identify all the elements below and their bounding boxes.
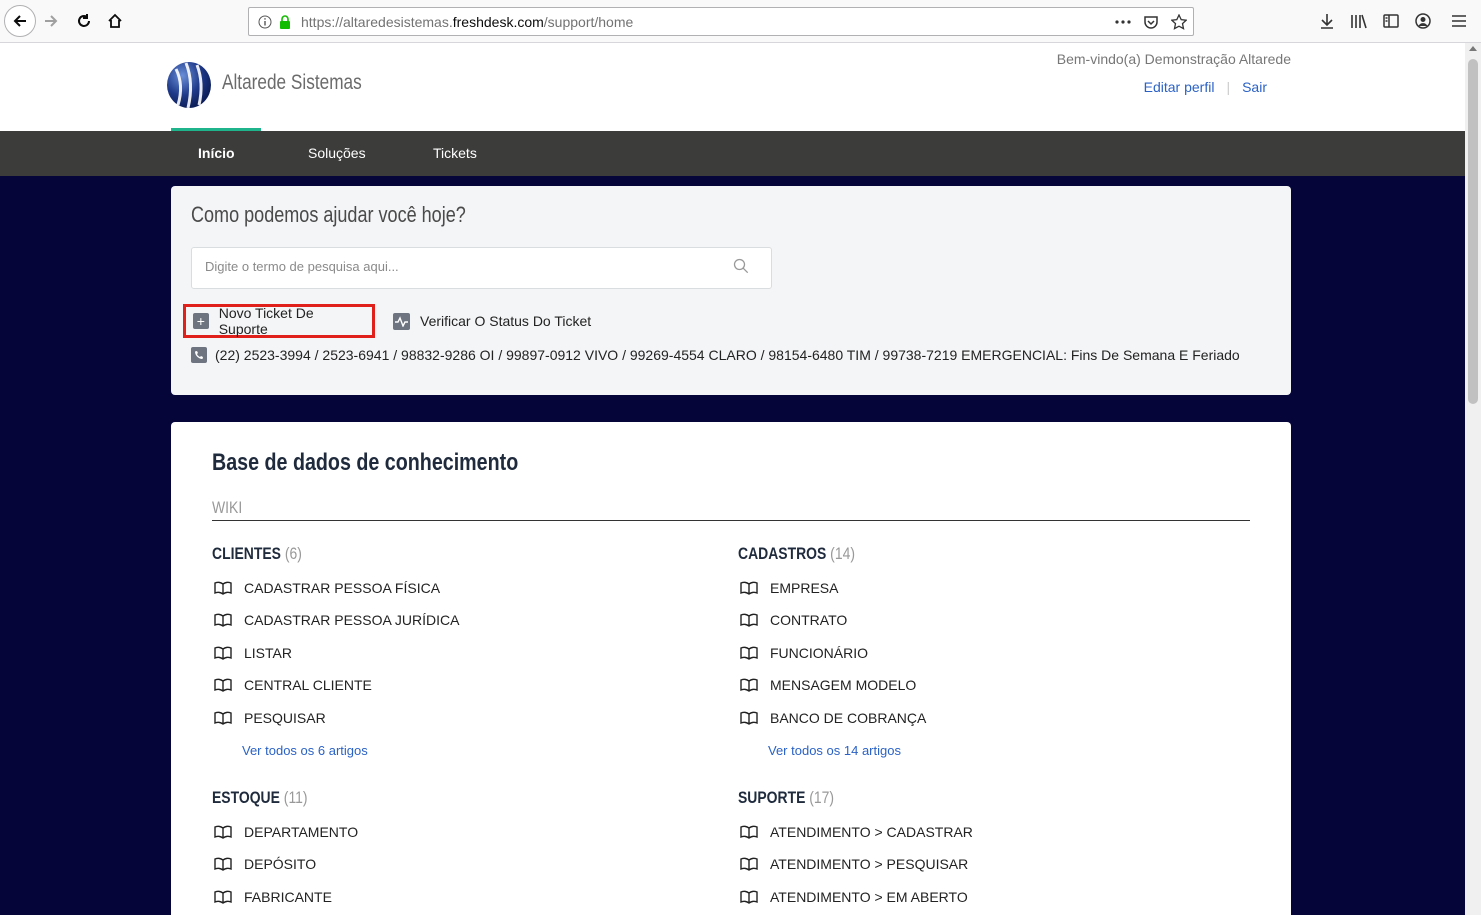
- article-link[interactable]: ATENDIMENTO > CADASTRAR: [738, 824, 973, 840]
- search-input[interactable]: [205, 259, 725, 274]
- article-link[interactable]: CADASTRAR PESSOA FÍSICA: [212, 580, 440, 596]
- new-ticket-button[interactable]: + Novo Ticket De Suporte: [183, 304, 375, 338]
- nav-item-inicio[interactable]: Início: [198, 145, 235, 161]
- scrollbar-thumb[interactable]: [1468, 59, 1478, 404]
- view-all-link[interactable]: Ver todos os 14 artigos: [768, 743, 901, 758]
- book-icon: [740, 646, 758, 660]
- page-scrollbar[interactable]: [1465, 43, 1481, 915]
- address-bar[interactable]: https://altaredesistemas.freshdesk.com/s…: [248, 7, 1194, 36]
- article-link[interactable]: MENSAGEM MODELO: [738, 677, 916, 693]
- search-box[interactable]: [191, 247, 772, 289]
- site-header: Altarede Sistemas Bem-vindo(a) Demonstra…: [0, 43, 1465, 131]
- article-link[interactable]: PESQUISAR: [212, 710, 326, 726]
- book-icon: [214, 581, 232, 595]
- book-icon: [740, 613, 758, 627]
- article-link[interactable]: DEPARTAMENTO: [212, 824, 358, 840]
- book-icon: [214, 646, 232, 660]
- article-link[interactable]: CADASTRAR PESSOA JURÍDICA: [212, 612, 460, 628]
- pocket-icon[interactable]: [1141, 12, 1161, 32]
- book-icon: [740, 857, 758, 871]
- back-arrow-icon: [13, 15, 26, 27]
- home-icon: [108, 13, 122, 28]
- article-link[interactable]: EMPRESA: [738, 580, 838, 596]
- nav-item-tickets[interactable]: Tickets: [433, 145, 477, 161]
- book-icon: [740, 711, 758, 725]
- brand-name[interactable]: Altarede Sistemas: [222, 71, 362, 95]
- category-title[interactable]: CLIENTES (6): [212, 544, 622, 564]
- help-title: Como podemos ajudar você hoje?: [191, 202, 466, 227]
- article-link[interactable]: CONTRATO: [738, 612, 847, 628]
- library-icon[interactable]: [1347, 9, 1371, 33]
- knowledge-base-card: Base de dados de conhecimento WIKI CLIEN…: [171, 422, 1291, 915]
- user-links: Editar perfil | Sair: [1144, 79, 1267, 95]
- article-link[interactable]: ATENDIMENTO > PESQUISAR: [738, 856, 968, 872]
- plus-icon: +: [193, 313, 209, 329]
- book-icon: [214, 890, 232, 904]
- info-icon[interactable]: [255, 12, 275, 32]
- category-title[interactable]: ESTOQUE (11): [212, 788, 622, 808]
- book-icon: [214, 678, 232, 692]
- main-content: Como podemos ajudar você hoje? + Novo Ti…: [0, 176, 1465, 915]
- category-title[interactable]: SUPORTE (17): [738, 788, 1148, 808]
- search-icon[interactable]: [733, 258, 751, 276]
- book-icon: [740, 825, 758, 839]
- book-icon: [740, 890, 758, 904]
- kb-title: Base de dados de conhecimento: [212, 449, 519, 476]
- article-link[interactable]: CENTRAL CLIENTE: [212, 677, 372, 693]
- help-card: Como podemos ajudar você hoje? + Novo Ti…: [171, 186, 1291, 395]
- menu-icon[interactable]: [1447, 9, 1471, 33]
- check-status-label: Verificar O Status Do Ticket: [420, 313, 592, 329]
- category-cadastros: CADASTROS (14) EMPRESA CONTRATO FUNCIONÁ…: [738, 544, 1238, 758]
- reload-button[interactable]: [70, 7, 98, 35]
- check-status-button[interactable]: Verificar O Status Do Ticket: [393, 304, 591, 338]
- view-all-link[interactable]: Ver todos os 6 artigos: [242, 743, 368, 758]
- article-link[interactable]: ATENDIMENTO > EM ABERTO: [738, 889, 968, 905]
- category-clientes: CLIENTES (6) CADASTRAR PESSOA FÍSICA CAD…: [212, 544, 712, 758]
- article-link[interactable]: FABRICANTE: [212, 889, 332, 905]
- lock-icon[interactable]: [275, 12, 295, 32]
- book-icon: [214, 825, 232, 839]
- book-icon: [214, 613, 232, 627]
- browser-toolbar: https://altaredesistemas.freshdesk.com/s…: [0, 0, 1481, 43]
- book-icon: [214, 711, 232, 725]
- article-link[interactable]: FUNCIONÁRIO: [738, 645, 868, 661]
- download-icon[interactable]: [1315, 9, 1339, 33]
- scroll-up-icon[interactable]: [1469, 46, 1477, 51]
- url-text: https://altaredesistemas.freshdesk.com/s…: [301, 14, 634, 30]
- phone-row: (22) 2523-3994 / 2523-6941 / 98832-9286 …: [191, 347, 1240, 363]
- section-divider: [212, 520, 1250, 521]
- edit-profile-link[interactable]: Editar perfil: [1144, 79, 1215, 95]
- article-link[interactable]: DEPÓSITO: [212, 856, 316, 872]
- pulse-icon: [393, 312, 410, 330]
- article-link[interactable]: LISTAR: [212, 645, 292, 661]
- bookmark-star-icon[interactable]: [1169, 12, 1189, 32]
- link-separator: |: [1226, 79, 1231, 95]
- category-estoque: ESTOQUE (11) DEPARTAMENTO DEPÓSITO FABRI…: [212, 788, 712, 905]
- welcome-text: Bem-vindo(a) Demonstração Altarede: [1056, 51, 1291, 67]
- logo-icon[interactable]: [166, 59, 212, 109]
- forward-button[interactable]: [37, 7, 65, 35]
- reload-icon: [78, 14, 90, 27]
- more-actions-icon[interactable]: [1113, 12, 1133, 32]
- phone-numbers: (22) 2523-3994 / 2523-6941 / 98832-9286 …: [215, 347, 1240, 363]
- logout-link[interactable]: Sair: [1242, 79, 1267, 95]
- forward-arrow-icon: [45, 15, 58, 27]
- new-ticket-label: Novo Ticket De Suporte: [218, 305, 314, 337]
- category-title[interactable]: CADASTROS (14): [738, 544, 1148, 564]
- back-button[interactable]: [4, 5, 36, 37]
- book-icon: [214, 857, 232, 871]
- nav-item-solucoes[interactable]: Soluções: [308, 145, 366, 161]
- sidebar-icon[interactable]: [1379, 9, 1403, 33]
- phone-icon: [191, 347, 207, 363]
- account-icon[interactable]: [1411, 9, 1435, 33]
- article-link[interactable]: BANCO DE COBRANÇA: [738, 710, 926, 726]
- kb-section-title[interactable]: WIKI: [212, 498, 242, 518]
- book-icon: [740, 678, 758, 692]
- home-button[interactable]: [101, 7, 129, 35]
- book-icon: [740, 581, 758, 595]
- category-suporte: SUPORTE (17) ATENDIMENTO > CADASTRAR ATE…: [738, 788, 1238, 905]
- main-nav: Início Soluções Tickets: [0, 131, 1465, 176]
